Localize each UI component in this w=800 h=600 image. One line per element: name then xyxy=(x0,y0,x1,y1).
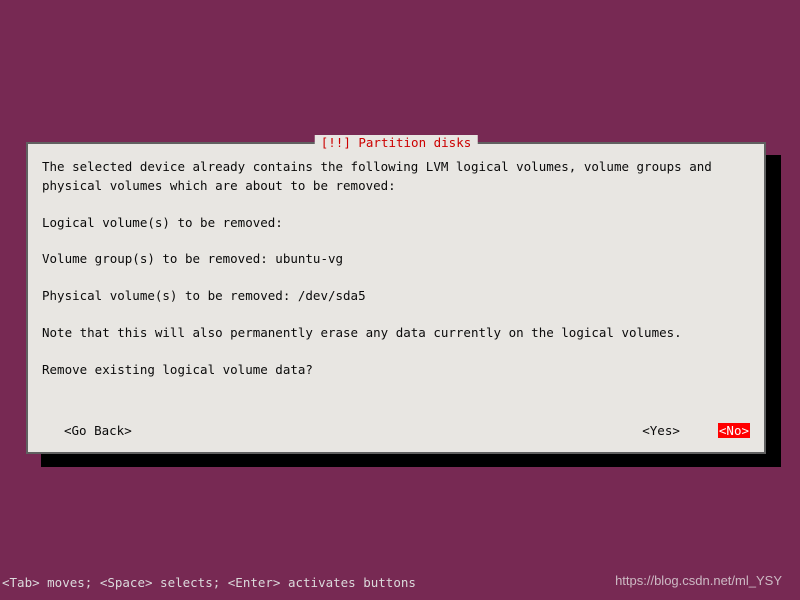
partition-disks-dialog: [!!] Partition disks The selected device… xyxy=(26,142,766,454)
erase-note: Note that this will also permanently era… xyxy=(42,324,750,343)
no-button[interactable]: <No> xyxy=(718,423,750,438)
button-row: <Go Back> <Yes> <No> xyxy=(42,423,750,438)
dialog-title-text: [!!] Partition disks xyxy=(321,135,472,150)
dialog-title: [!!] Partition disks xyxy=(315,135,478,150)
logical-volume-line: Logical volume(s) to be removed: xyxy=(42,214,750,233)
confirm-question: Remove existing logical volume data? xyxy=(42,361,750,380)
yes-button[interactable]: <Yes> xyxy=(642,423,680,438)
help-bar: <Tab> moves; <Space> selects; <Enter> ac… xyxy=(0,575,416,590)
volume-group-line: Volume group(s) to be removed: ubuntu-vg xyxy=(42,250,750,269)
watermark: https://blog.csdn.net/ml_YSY xyxy=(615,573,782,588)
dialog-content: The selected device already contains the… xyxy=(28,144,764,379)
intro-text: The selected device already contains the… xyxy=(42,158,750,196)
physical-volume-line: Physical volume(s) to be removed: /dev/s… xyxy=(42,287,750,306)
go-back-button[interactable]: <Go Back> xyxy=(64,423,132,438)
